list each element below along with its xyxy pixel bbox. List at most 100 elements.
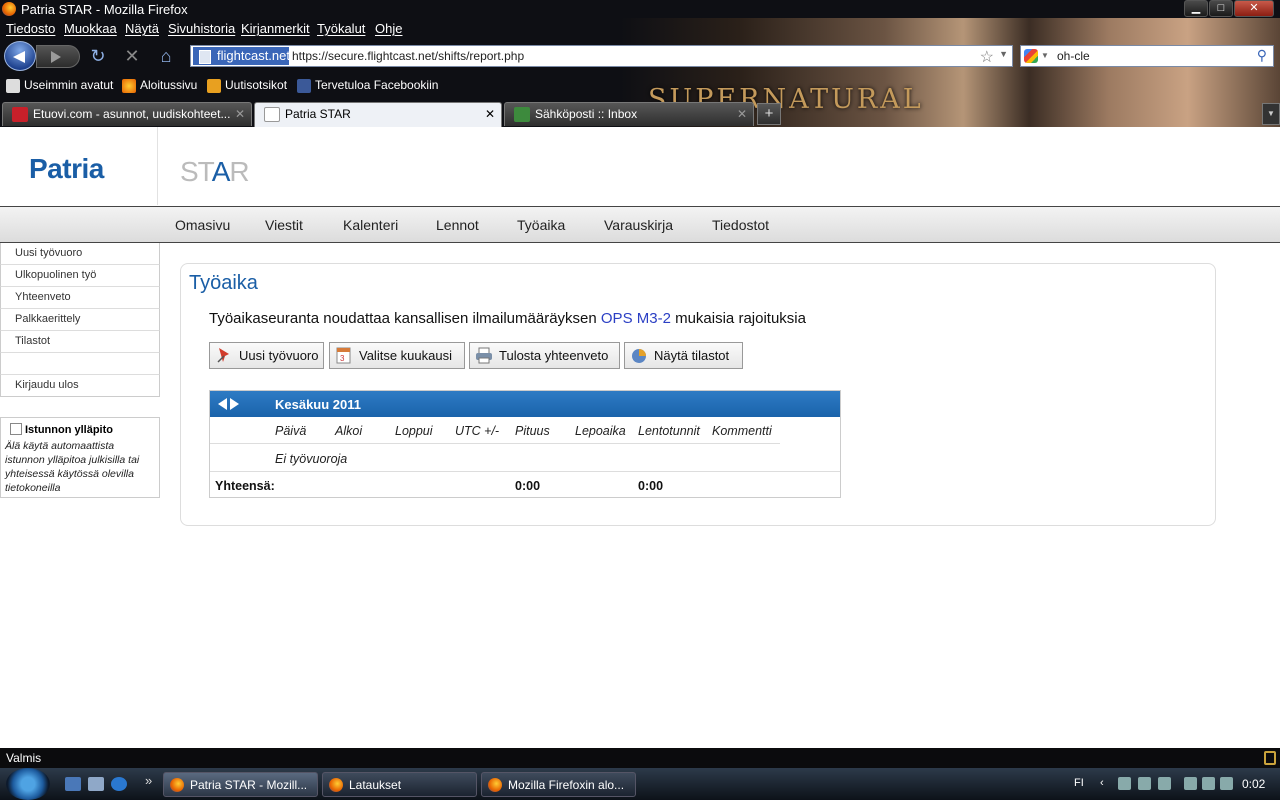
nav-tyoaika[interactable]: Työaika — [517, 217, 565, 233]
next-month-icon[interactable] — [230, 398, 239, 410]
show-desktop-icon[interactable] — [65, 777, 81, 791]
column-header-lentotunnit: Lentotunnit — [638, 424, 700, 438]
network-icon[interactable] — [1184, 777, 1197, 790]
column-header-utc: UTC +/- — [455, 424, 500, 438]
sidebar-item-uusi-tyovuoro[interactable]: Uusi työvuoro — [0, 243, 160, 265]
close-tab-icon[interactable]: ✕ — [485, 107, 495, 121]
tab-etuovi[interactable]: Etuovi.com - asunnot, uudiskohteet... ✕ — [2, 102, 252, 126]
calendar-month-label: Kesäkuu 2011 — [275, 397, 362, 412]
sidebar-item-palkkaerittely[interactable]: Palkkaerittely — [0, 309, 160, 331]
home-icon[interactable]: ⌂ — [156, 46, 176, 66]
engine-dropdown-icon[interactable]: ▼ — [1041, 51, 1049, 60]
search-bar[interactable]: ▼ oh-cle ⚲ — [1020, 45, 1274, 67]
close-tab-icon[interactable]: ✕ — [235, 107, 245, 121]
tab-list-dropdown-icon[interactable]: ▼ — [1262, 103, 1280, 125]
calendar-column-headers: Päivä Alkoi Loppui UTC +/- Pituus Lepoai… — [210, 417, 780, 444]
address-bar[interactable]: flightcast.net https://secure.flightcast… — [190, 45, 1013, 67]
tray-icon-1[interactable] — [1118, 777, 1131, 790]
menu-kirjanmerkit[interactable]: Kirjanmerkit — [241, 21, 310, 36]
ops-m3-2-link[interactable]: OPS M3-2 — [601, 310, 671, 327]
side-navigation: Uusi työvuoro Ulkopuolinen työ Yhteenvet… — [0, 243, 160, 397]
status-text: Valmis — [6, 751, 42, 765]
back-icon[interactable] — [4, 41, 36, 71]
quick-launch-more-icon[interactable]: » — [145, 773, 152, 788]
nav-tiedostot[interactable]: Tiedostot — [712, 217, 769, 233]
windows-taskbar: » Patria STAR - Mozill... Lataukset Mozi… — [0, 768, 1280, 800]
sidebar-spacer — [0, 353, 160, 375]
clock[interactable]: 0:02 — [1242, 777, 1265, 791]
reload-icon[interactable]: ↻ — [88, 46, 108, 66]
taskbar-item-firefox-start[interactable]: Mozilla Firefoxin alo... — [481, 772, 636, 797]
stop-icon[interactable]: ✕ — [122, 46, 142, 66]
minimize-button[interactable]: ▁ — [1184, 0, 1208, 17]
bookmark-facebook[interactable]: Tervetuloa Facebookiin — [297, 78, 438, 93]
forward-icon[interactable] — [36, 45, 80, 68]
google-engine-icon[interactable] — [1024, 49, 1038, 63]
url-dropdown-icon[interactable]: ▼ — [999, 49, 1008, 59]
tray-icon-3[interactable] — [1158, 777, 1171, 790]
select-month-button[interactable]: 3 Valitse kuukausi — [329, 342, 465, 369]
lock-icon[interactable] — [1264, 751, 1276, 765]
tab-label: Sähköposti :: Inbox — [535, 107, 638, 121]
firefox-icon — [170, 778, 184, 792]
worktime-panel: Työaika Työaikaseuranta noudattaa kansal… — [180, 263, 1216, 526]
tray-expand-icon[interactable]: ‹ — [1100, 777, 1104, 789]
nav-varauskirja[interactable]: Varauskirja — [604, 217, 673, 233]
close-window-button[interactable]: ✕ — [1234, 0, 1274, 17]
bookmark-most-visited[interactable]: Useimmin avatut — [6, 78, 113, 93]
tray-icon-4[interactable] — [1202, 777, 1215, 790]
bookmark-uutisotsikot[interactable]: Uutisotsikot — [207, 78, 287, 93]
firefox-icon — [2, 2, 16, 16]
menu-sivuhistoria[interactable]: Sivuhistoria — [168, 21, 235, 36]
menu-tyokalut[interactable]: Työkalut — [317, 21, 365, 36]
tab-sahkoposti[interactable]: Sähköposti :: Inbox ✕ — [504, 102, 754, 126]
intro-text: Työaikaseuranta noudattaa kansallisen il… — [209, 310, 806, 327]
site-identity-button[interactable]: flightcast.net — [193, 47, 290, 65]
new-shift-button[interactable]: Uusi työvuoro — [209, 342, 324, 369]
nav-omasivu[interactable]: Omasivu — [175, 217, 230, 233]
column-header-loppui: Loppui — [395, 424, 433, 438]
sidebar-item-ulkopuolinen-tyo[interactable]: Ulkopuolinen työ — [0, 265, 160, 287]
session-keepalive-checkbox[interactable] — [10, 423, 22, 435]
column-header-paiva: Päivä — [275, 424, 307, 438]
url-text[interactable]: https://secure.flightcast.net/shifts/rep… — [292, 49, 524, 63]
nav-lennot[interactable]: Lennot — [436, 217, 479, 233]
menu-nayta[interactable]: Näytä — [125, 21, 159, 36]
nav-kalenteri[interactable]: Kalenteri — [343, 217, 398, 233]
tab-patria-star[interactable]: Patria STAR ✕ — [254, 102, 502, 127]
maximize-button[interactable]: □ — [1209, 0, 1233, 17]
patria-logo[interactable]: Patria — [29, 153, 104, 185]
column-header-alkoi: Alkoi — [335, 424, 363, 438]
print-summary-button[interactable]: Tulosta yhteenveto — [469, 342, 620, 369]
bookmark-aloitussivu[interactable]: Aloitussivu — [122, 78, 197, 93]
search-icon[interactable]: ⚲ — [1257, 47, 1267, 64]
show-statistics-button[interactable]: Näytä tilastot — [624, 342, 743, 369]
start-button[interactable] — [6, 768, 50, 800]
switch-windows-icon[interactable] — [88, 777, 104, 791]
tray-icon-2[interactable] — [1138, 777, 1151, 790]
sidebar-item-logout[interactable]: Kirjaudu ulos — [0, 375, 160, 397]
menu-muokkaa[interactable]: Muokkaa — [64, 21, 117, 36]
internet-explorer-icon[interactable] — [111, 777, 127, 791]
sidebar-item-tilastot[interactable]: Tilastot — [0, 331, 160, 353]
session-keepalive-description: Älä käytä automaattista istunnon ylläpit… — [5, 440, 140, 494]
menu-ohje[interactable]: Ohje — [375, 21, 402, 36]
nav-viestit[interactable]: Viestit — [265, 217, 303, 233]
sidebar-item-yhteenveto[interactable]: Yhteenveto — [0, 287, 160, 309]
volume-icon[interactable] — [1220, 777, 1233, 790]
bookmark-star-icon[interactable]: ☆ — [980, 47, 994, 67]
menu-tiedosto[interactable]: Tiedosto — [6, 21, 55, 36]
facebook-icon — [297, 79, 311, 93]
tab-label: Patria STAR — [285, 107, 351, 121]
page-favicon — [264, 107, 280, 122]
new-tab-button[interactable]: + — [757, 103, 781, 125]
star-logo: STAR — [180, 156, 250, 187]
taskbar-item-patria-star[interactable]: Patria STAR - Mozill... — [163, 772, 318, 797]
taskbar-item-lataukset[interactable]: Lataukset — [322, 772, 477, 797]
search-input[interactable]: oh-cle — [1057, 49, 1090, 63]
previous-month-icon[interactable] — [218, 398, 227, 410]
language-indicator[interactable]: FI — [1074, 777, 1084, 789]
page-title: Työaika — [189, 272, 258, 294]
close-tab-icon[interactable]: ✕ — [737, 107, 747, 121]
navigation-toolbar: ↻ ✕ ⌂ flightcast.net https://secure.flig… — [0, 40, 1280, 72]
